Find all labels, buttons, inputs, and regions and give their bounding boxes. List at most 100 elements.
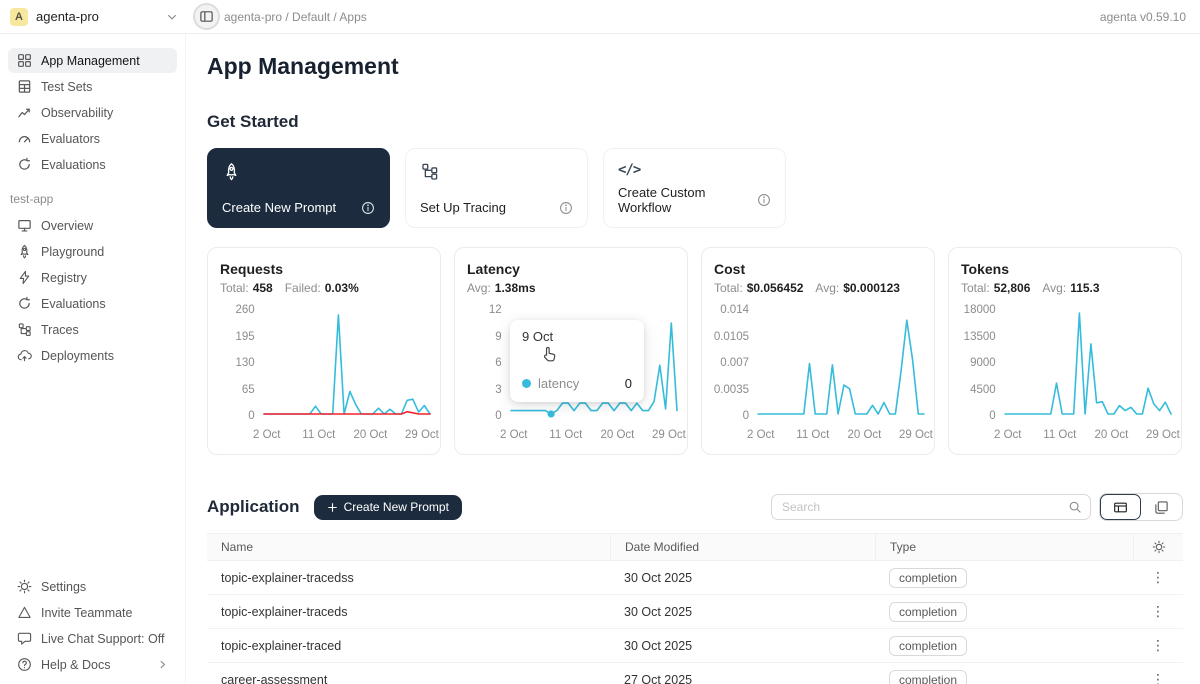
sidebar-item-evaluations-app[interactable]: Evaluations	[8, 291, 177, 316]
chart-plot[interactable]	[758, 310, 922, 416]
x-tick: 20 Oct	[847, 429, 881, 441]
cost-chart-card: Cost Total:$0.056452Avg:$0.000123 0.0140…	[701, 247, 935, 455]
x-tick: 29 Oct	[405, 429, 439, 441]
table-row[interactable]: topic-explainer-traceds30 Oct 2025comple…	[207, 595, 1183, 629]
metric-cards: Requests Total:458Failed:0.03% 260195130…	[207, 247, 1183, 455]
y-tick: 0	[248, 410, 254, 422]
refresh-icon	[17, 157, 32, 172]
row-menu-button[interactable]: ⋮	[1151, 671, 1165, 684]
y-tick: 0	[989, 410, 995, 422]
stat: Total:52,806	[961, 281, 1030, 295]
x-tick: 11 Oct	[302, 429, 335, 441]
sidebar-toggle-button[interactable]	[193, 3, 220, 30]
column-settings-button[interactable]	[1133, 534, 1183, 560]
chart-plot[interactable]	[1005, 310, 1169, 416]
table-row[interactable]: career-assessment27 Oct 2025completion⋮	[207, 663, 1183, 684]
rocket-icon	[222, 162, 241, 181]
sidebar-item-label: Live Chat Support: Off	[41, 632, 164, 646]
branch-icon	[420, 162, 439, 181]
stat: Avg:$0.000123	[815, 281, 900, 295]
application-title: Application	[207, 497, 300, 517]
sidebar-item-app-management[interactable]: App Management	[8, 48, 177, 73]
y-tick: 13500	[964, 331, 996, 343]
chart-title: Latency	[467, 261, 675, 277]
sidebar-item-traces[interactable]: Traces	[8, 317, 177, 342]
row-menu-button[interactable]: ⋮	[1151, 603, 1165, 619]
sidebar-item-evaluations[interactable]: Evaluations	[8, 152, 177, 177]
sidebar-item-label: Test Sets	[41, 80, 92, 94]
y-tick: 0	[495, 410, 501, 422]
search-icon[interactable]	[1068, 500, 1082, 514]
stat: Avg:1.38ms	[467, 281, 536, 295]
date-modified: 30 Oct 2025	[610, 639, 875, 653]
table-row[interactable]: topic-explainer-tracedss30 Oct 2025compl…	[207, 561, 1183, 595]
code-icon: </>	[618, 162, 771, 178]
card-label: Set Up Tracing	[420, 200, 506, 215]
hovered-point[interactable]	[547, 410, 554, 417]
sidebar-item-help-docs[interactable]: Help & Docs	[8, 652, 177, 677]
requests-line	[264, 315, 430, 414]
row-menu-button[interactable]: ⋮	[1151, 637, 1165, 653]
tooltip-series-label: latency	[538, 376, 579, 391]
type-badge: completion	[889, 636, 967, 656]
workspace-selector[interactable]: A agenta-pro	[10, 8, 178, 26]
sidebar-item-overview[interactable]: Overview	[8, 213, 177, 238]
card-view-button[interactable]	[1141, 494, 1182, 520]
row-menu-button[interactable]: ⋮	[1151, 569, 1165, 585]
grid-icon	[17, 53, 32, 68]
search-input[interactable]	[782, 500, 1062, 514]
app-name: topic-explainer-traceds	[207, 605, 610, 619]
create-new-prompt-button[interactable]: Create New Prompt	[314, 495, 462, 520]
sidebar-item-invite-teammate[interactable]: Invite Teammate	[8, 600, 177, 625]
sidebar-item-evaluators[interactable]: Evaluators	[8, 126, 177, 151]
create-custom-workflow-card[interactable]: </> Create Custom Workflow	[603, 148, 786, 228]
x-axis-labels: 2 Oct11 Oct20 Oct29 Oct	[758, 429, 922, 445]
sidebar-item-label: Observability	[41, 106, 113, 120]
get-started-cards: Create New Prompt Set Up Tracing </> Cre…	[207, 148, 1183, 228]
info-icon[interactable]	[559, 201, 573, 215]
y-tick: 0.0035	[714, 384, 749, 396]
column-header-name[interactable]: Name	[207, 534, 610, 560]
table-view-button[interactable]	[1100, 494, 1141, 520]
sidebar-item-playground[interactable]: Playground	[8, 239, 177, 264]
view-toggle	[1099, 493, 1183, 521]
y-tick: 18000	[964, 304, 996, 316]
y-tick: 130	[235, 357, 254, 369]
chart-plot[interactable]	[264, 310, 428, 416]
info-icon[interactable]	[361, 201, 375, 215]
x-tick: 11 Oct	[1043, 429, 1076, 441]
sidebar-item-observability[interactable]: Observability	[8, 100, 177, 125]
sidebar-item-deployments[interactable]: Deployments	[8, 343, 177, 368]
sidebar-item-settings[interactable]: Settings	[8, 574, 177, 599]
x-tick: 20 Oct	[353, 429, 387, 441]
table-row[interactable]: topic-explainer-traced30 Oct 2025 complet…	[207, 629, 1183, 663]
x-axis-labels: 2 Oct11 Oct20 Oct29 Oct	[511, 429, 675, 445]
x-tick: 2 Oct	[253, 429, 280, 441]
sidebar-item-label: Invite Teammate	[41, 606, 132, 620]
tokens-chart-card: Tokens Total:52,806Avg:115.3 18000135009…	[948, 247, 1182, 455]
y-axis-labels: 0.0140.01050.0070.00350	[714, 304, 758, 422]
sidebar-item-live-chat-support[interactable]: Live Chat Support: Off	[8, 626, 177, 651]
cost-line	[758, 320, 924, 414]
sidebar-item-registry[interactable]: Registry	[8, 265, 177, 290]
set-up-tracing-card[interactable]: Set Up Tracing	[405, 148, 588, 228]
get-started-title: Get Started	[207, 112, 1183, 132]
column-header-date-modified[interactable]: Date Modified	[610, 534, 875, 560]
x-axis-labels: 2 Oct11 Oct20 Oct29 Oct	[1005, 429, 1169, 445]
app-name: topic-explainer-traced	[207, 639, 610, 653]
y-axis-labels: 260195130650	[220, 304, 264, 422]
chart-line-icon	[17, 105, 32, 120]
column-header-type[interactable]: Type	[875, 534, 1133, 560]
x-tick: 2 Oct	[994, 429, 1021, 441]
stat: Avg:115.3	[1042, 281, 1099, 295]
failed-line	[264, 412, 430, 414]
breadcrumb[interactable]: agenta-pro / Default / Apps	[224, 10, 367, 24]
sidebar-item-label: Evaluators	[41, 132, 100, 146]
y-tick: 12	[489, 304, 502, 316]
chart-stats: Total:458Failed:0.03%	[220, 281, 428, 295]
sidebar-item-test-sets[interactable]: Test Sets	[8, 74, 177, 99]
info-icon[interactable]	[757, 193, 771, 207]
y-tick: 4500	[970, 384, 996, 396]
create-new-prompt-card[interactable]: Create New Prompt	[207, 148, 390, 228]
sidebar-item-label: Settings	[41, 580, 86, 594]
